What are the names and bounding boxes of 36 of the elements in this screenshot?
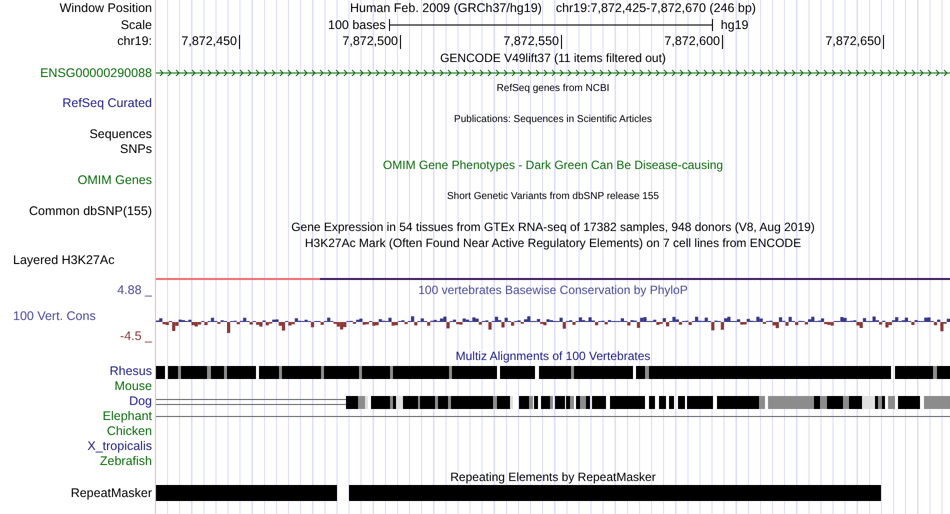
position-text: chr19:7,872,425-7,872,670 (246 bp) (556, 0, 756, 18)
tick-mark-icon (239, 34, 240, 48)
track-label[interactable]: RefSeq Curated (62, 94, 152, 113)
track-title: Short Genetic Variants from dbSNP release 155 (447, 190, 659, 204)
track-title: GENCODE V49lift37 (11 items filtered out) (440, 50, 666, 67)
ruler-label: 7,872,500 (342, 33, 398, 50)
ruler-label: 7,872,550 (503, 33, 559, 50)
track-title: RefSeq genes from NCBI (496, 82, 610, 96)
track-label[interactable]: Layered H3K27Ac (13, 251, 114, 270)
track-label[interactable]: OMIM Genes (78, 171, 152, 190)
track-title: Repeating Elements by RepeatMasker (450, 469, 656, 486)
assembly-label: hg19 (720, 16, 748, 34)
track-title: Multiz Alignments of 100 Vertebrates (456, 348, 650, 365)
track-title: OMIM Gene Phenotypes - Dark Green Can Be Disease-causing (382, 157, 724, 174)
track-label[interactable]: Common dbSNP(155) (29, 202, 152, 221)
row-label: Window Position (60, 0, 152, 18)
track-label[interactable]: ENSG00000290088 (40, 64, 152, 82)
tick-mark-icon (561, 34, 562, 48)
track-label[interactable]: 100 Vert. Cons (13, 309, 96, 323)
axis-max-label: 4.88 _ (117, 283, 152, 297)
ruler-label: 7,872,450 (181, 33, 237, 50)
track-label[interactable]: RepeatMasker (70, 484, 152, 502)
chromosome-label: chr19: (117, 33, 152, 50)
tick-mark-icon (722, 34, 723, 48)
track-title: H3K27Ac Mark (Often Found Near Active Regulatory Elements) on 7 cell lines from ENCODE (304, 235, 802, 252)
ruler-label: 7,872,650 (825, 33, 881, 50)
axis-min-label: -4.5 _ (120, 328, 152, 346)
ruler-label: 7,872,600 (664, 33, 720, 50)
track-title: Publications: Sequences in Scientific Articles (454, 112, 652, 126)
track-title: 100 vertebrates Basewise Conservation by PhyloP (418, 282, 688, 299)
scale-text: 100 bases (328, 16, 386, 34)
row-label: Scale (120, 16, 152, 34)
assembly-text: Human Feb. 2009 (GRCh37/hg19) (350, 0, 542, 18)
tick-mark-icon (883, 34, 884, 48)
tick-mark-icon (400, 34, 401, 48)
track-title: Gene Expression in 54 tissues from GTEx RNA-seq of 17382 samples, 948 donors (V8, Aug 2019) (291, 219, 815, 236)
